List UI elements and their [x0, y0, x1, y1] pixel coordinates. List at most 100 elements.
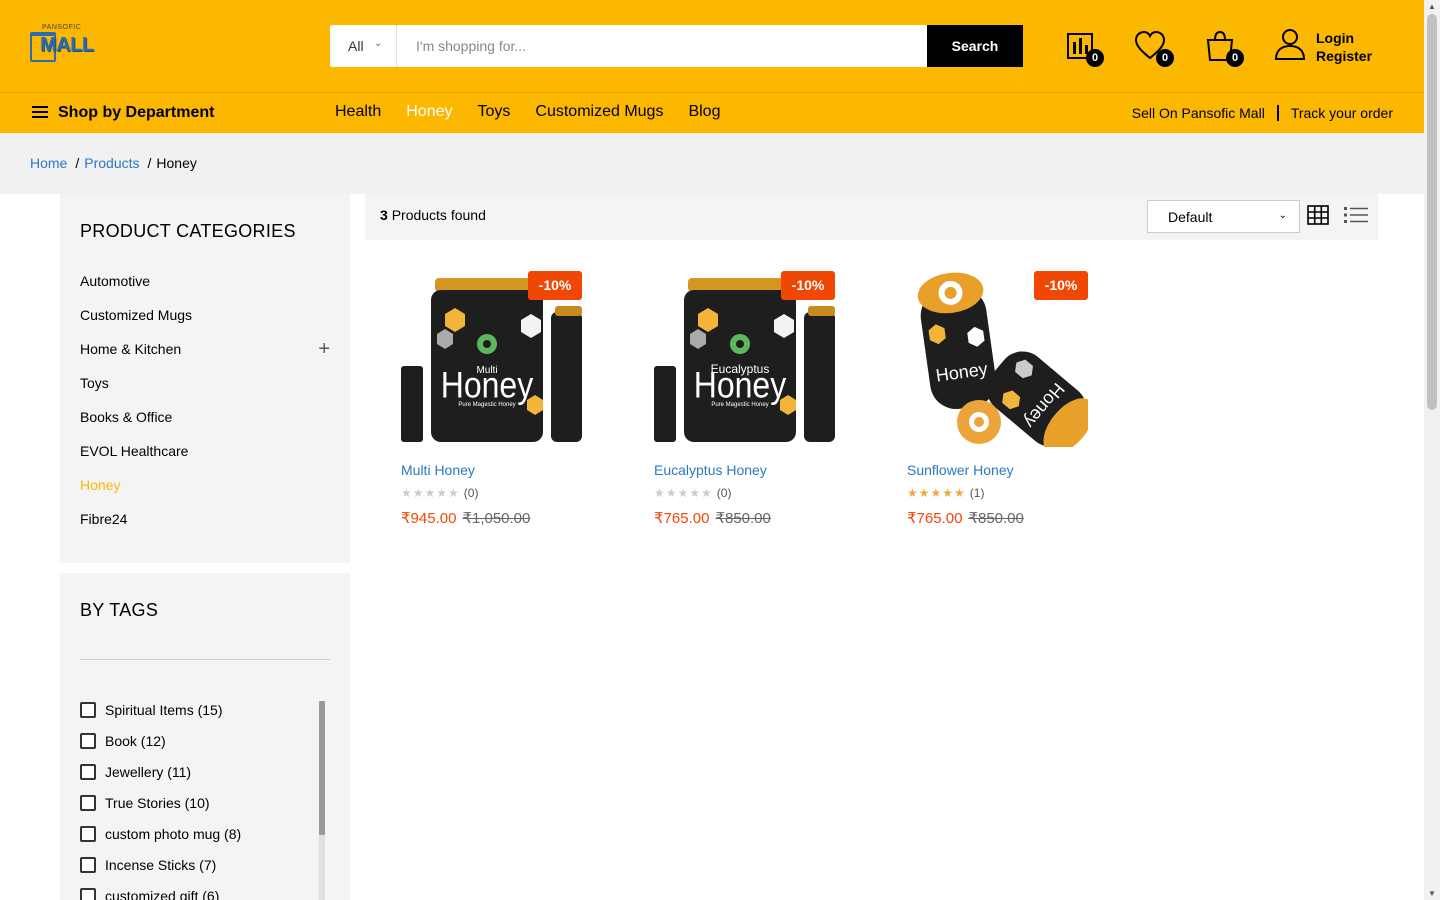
- products-found-text: 3 Products found: [380, 207, 486, 223]
- tags-divider: [80, 659, 330, 660]
- breadcrumb-home[interactable]: Home: [30, 155, 67, 171]
- tag-checkbox[interactable]: [80, 764, 96, 780]
- product-name-link[interactable]: Sunflower Honey: [907, 462, 1014, 478]
- nav-item-honey[interactable]: Honey: [406, 103, 452, 121]
- category-item-home-kitchen[interactable]: Home & Kitchen +: [80, 338, 330, 375]
- product-price: ₹765.00 ₹850.00: [654, 509, 771, 527]
- list-view-button[interactable]: [1343, 205, 1369, 230]
- category-label: Customized Mugs: [80, 307, 193, 323]
- rating-stars-icon: ★★★★★: [907, 486, 966, 500]
- site-logo[interactable]: PANSOFIC MALL: [30, 24, 94, 66]
- breadcrumb: Home / Products / Honey: [30, 155, 197, 171]
- tag-item[interactable]: True Stories (10): [80, 795, 330, 826]
- svg-text:Honey: Honey: [694, 366, 787, 407]
- compare-button[interactable]: 0: [1064, 30, 1104, 67]
- category-label: Honey: [80, 477, 121, 493]
- category-label: Toys: [80, 375, 109, 391]
- search-button[interactable]: Search: [927, 25, 1023, 67]
- tag-checkbox[interactable]: [80, 733, 96, 749]
- product-name-link[interactable]: Multi Honey: [401, 462, 475, 478]
- wishlist-count-badge: 0: [1156, 49, 1174, 67]
- tag-checkbox[interactable]: [80, 826, 96, 842]
- category-item-evol-healthcare[interactable]: EVOL Healthcare: [80, 443, 330, 477]
- svg-text:Honey: Honey: [441, 366, 534, 407]
- breadcrumb-products[interactable]: Products: [84, 155, 139, 171]
- header-bar: PANSOFIC MALL All ⌄ Search 0 0 0: [0, 0, 1424, 92]
- list-icon: [1344, 207, 1368, 223]
- shop-by-department-button[interactable]: Shop by Department: [32, 104, 214, 122]
- scroll-down-arrow-icon[interactable]: ▼: [1428, 889, 1436, 898]
- category-item-fibre24[interactable]: Fibre24: [80, 511, 330, 545]
- review-count: (0): [716, 486, 732, 500]
- tag-item[interactable]: Spiritual Items (15): [80, 702, 330, 733]
- category-label: Books & Office: [80, 409, 173, 425]
- search-category-select[interactable]: All ⌄: [330, 25, 397, 67]
- sale-price: ₹945.00: [401, 510, 457, 527]
- cart-count-badge: 0: [1226, 49, 1244, 67]
- nav-menu: Health Honey Toys Customized Mugs Blog: [335, 103, 720, 121]
- discount-badge: -10%: [781, 271, 835, 300]
- tag-checkbox[interactable]: [80, 795, 96, 811]
- tags-scrollbar[interactable]: [319, 701, 325, 900]
- svg-text:Pure Magestic Honey: Pure Magestic Honey: [458, 402, 515, 408]
- tag-label: custom photo mug (8): [105, 826, 242, 842]
- tag-item[interactable]: custom photo mug (8): [80, 826, 330, 857]
- product-price: ₹945.00 ₹1,050.00: [401, 509, 530, 527]
- register-link[interactable]: Register: [1316, 47, 1396, 65]
- department-label: Shop by Department: [58, 104, 215, 121]
- category-item-automotive[interactable]: Automotive: [80, 273, 330, 307]
- tag-item[interactable]: Book (12): [80, 733, 330, 764]
- chevron-down-icon: ⌄: [1278, 210, 1287, 221]
- tag-item[interactable]: Incense Sticks (7): [80, 857, 330, 888]
- login-link[interactable]: Login: [1316, 29, 1396, 47]
- tag-item[interactable]: Jewellery (11): [80, 764, 330, 795]
- breadcrumb-band: Home / Products / Honey: [0, 133, 1424, 194]
- sell-on-mall-link[interactable]: Sell On Pansofic Mall: [1132, 105, 1265, 121]
- category-label: EVOL Healthcare: [80, 443, 189, 459]
- nav-item-blog[interactable]: Blog: [688, 103, 720, 121]
- wishlist-button[interactable]: 0: [1134, 30, 1174, 67]
- cart-button[interactable]: 0: [1204, 30, 1244, 67]
- results-toolbar: 3 Products found Default ⌄: [365, 194, 1378, 240]
- discount-badge: -10%: [1034, 271, 1088, 300]
- search-input[interactable]: [398, 25, 927, 67]
- compare-count-badge: 0: [1086, 49, 1104, 67]
- tag-checkbox[interactable]: [80, 888, 96, 900]
- category-item-honey[interactable]: Honey: [80, 477, 330, 511]
- discount-badge: -10%: [528, 271, 582, 300]
- products-count: 3: [380, 207, 388, 223]
- category-label: Fibre24: [80, 511, 128, 527]
- scroll-up-arrow-icon[interactable]: ▲: [1428, 2, 1436, 11]
- track-order-link[interactable]: Track your order: [1291, 105, 1393, 121]
- nav-item-toys[interactable]: Toys: [478, 103, 511, 121]
- expand-plus-icon[interactable]: +: [318, 338, 330, 361]
- rating-stars-icon: ★★★★★: [401, 486, 460, 500]
- tag-checkbox[interactable]: [80, 857, 96, 873]
- product-name-link[interactable]: Eucalyptus Honey: [654, 462, 767, 478]
- category-item-books-office[interactable]: Books & Office: [80, 409, 330, 443]
- tags-scrollbar-thumb[interactable]: [319, 701, 325, 835]
- category-item-customized-mugs[interactable]: Customized Mugs: [80, 307, 330, 341]
- category-item-toys[interactable]: Toys: [80, 375, 330, 409]
- sort-select[interactable]: Default ⌄: [1147, 200, 1300, 233]
- sort-value: Default: [1168, 209, 1213, 225]
- tag-item[interactable]: customized gift (6): [80, 888, 330, 900]
- grid-view-button[interactable]: [1307, 205, 1329, 230]
- rating-stars-icon: ★★★★★: [654, 486, 713, 500]
- product-rating: ★★★★★ (0): [401, 486, 478, 500]
- sale-price: ₹765.00: [654, 510, 710, 527]
- nav-item-customized-mugs[interactable]: Customized Mugs: [535, 103, 663, 121]
- page-scrollbar[interactable]: ▲ ▼: [1424, 0, 1440, 900]
- search-category-value: All: [348, 38, 364, 54]
- category-label: Home & Kitchen: [80, 341, 182, 357]
- tag-checkbox[interactable]: [80, 702, 96, 718]
- category-list: Automotive Customized Mugs Home & Kitche…: [80, 273, 330, 545]
- logo-subtext: PANSOFIC: [42, 24, 82, 31]
- nav-item-health[interactable]: Health: [335, 103, 381, 121]
- logo-text: MALL: [40, 34, 94, 56]
- product-categories-panel: PRODUCT CATEGORIES Automotive Customized…: [60, 194, 350, 563]
- page-scrollbar-thumb[interactable]: [1427, 14, 1437, 410]
- tag-label: Spiritual Items (15): [105, 702, 223, 718]
- tags-title: BY TAGS: [80, 600, 159, 620]
- product-price: ₹765.00 ₹850.00: [907, 509, 1024, 527]
